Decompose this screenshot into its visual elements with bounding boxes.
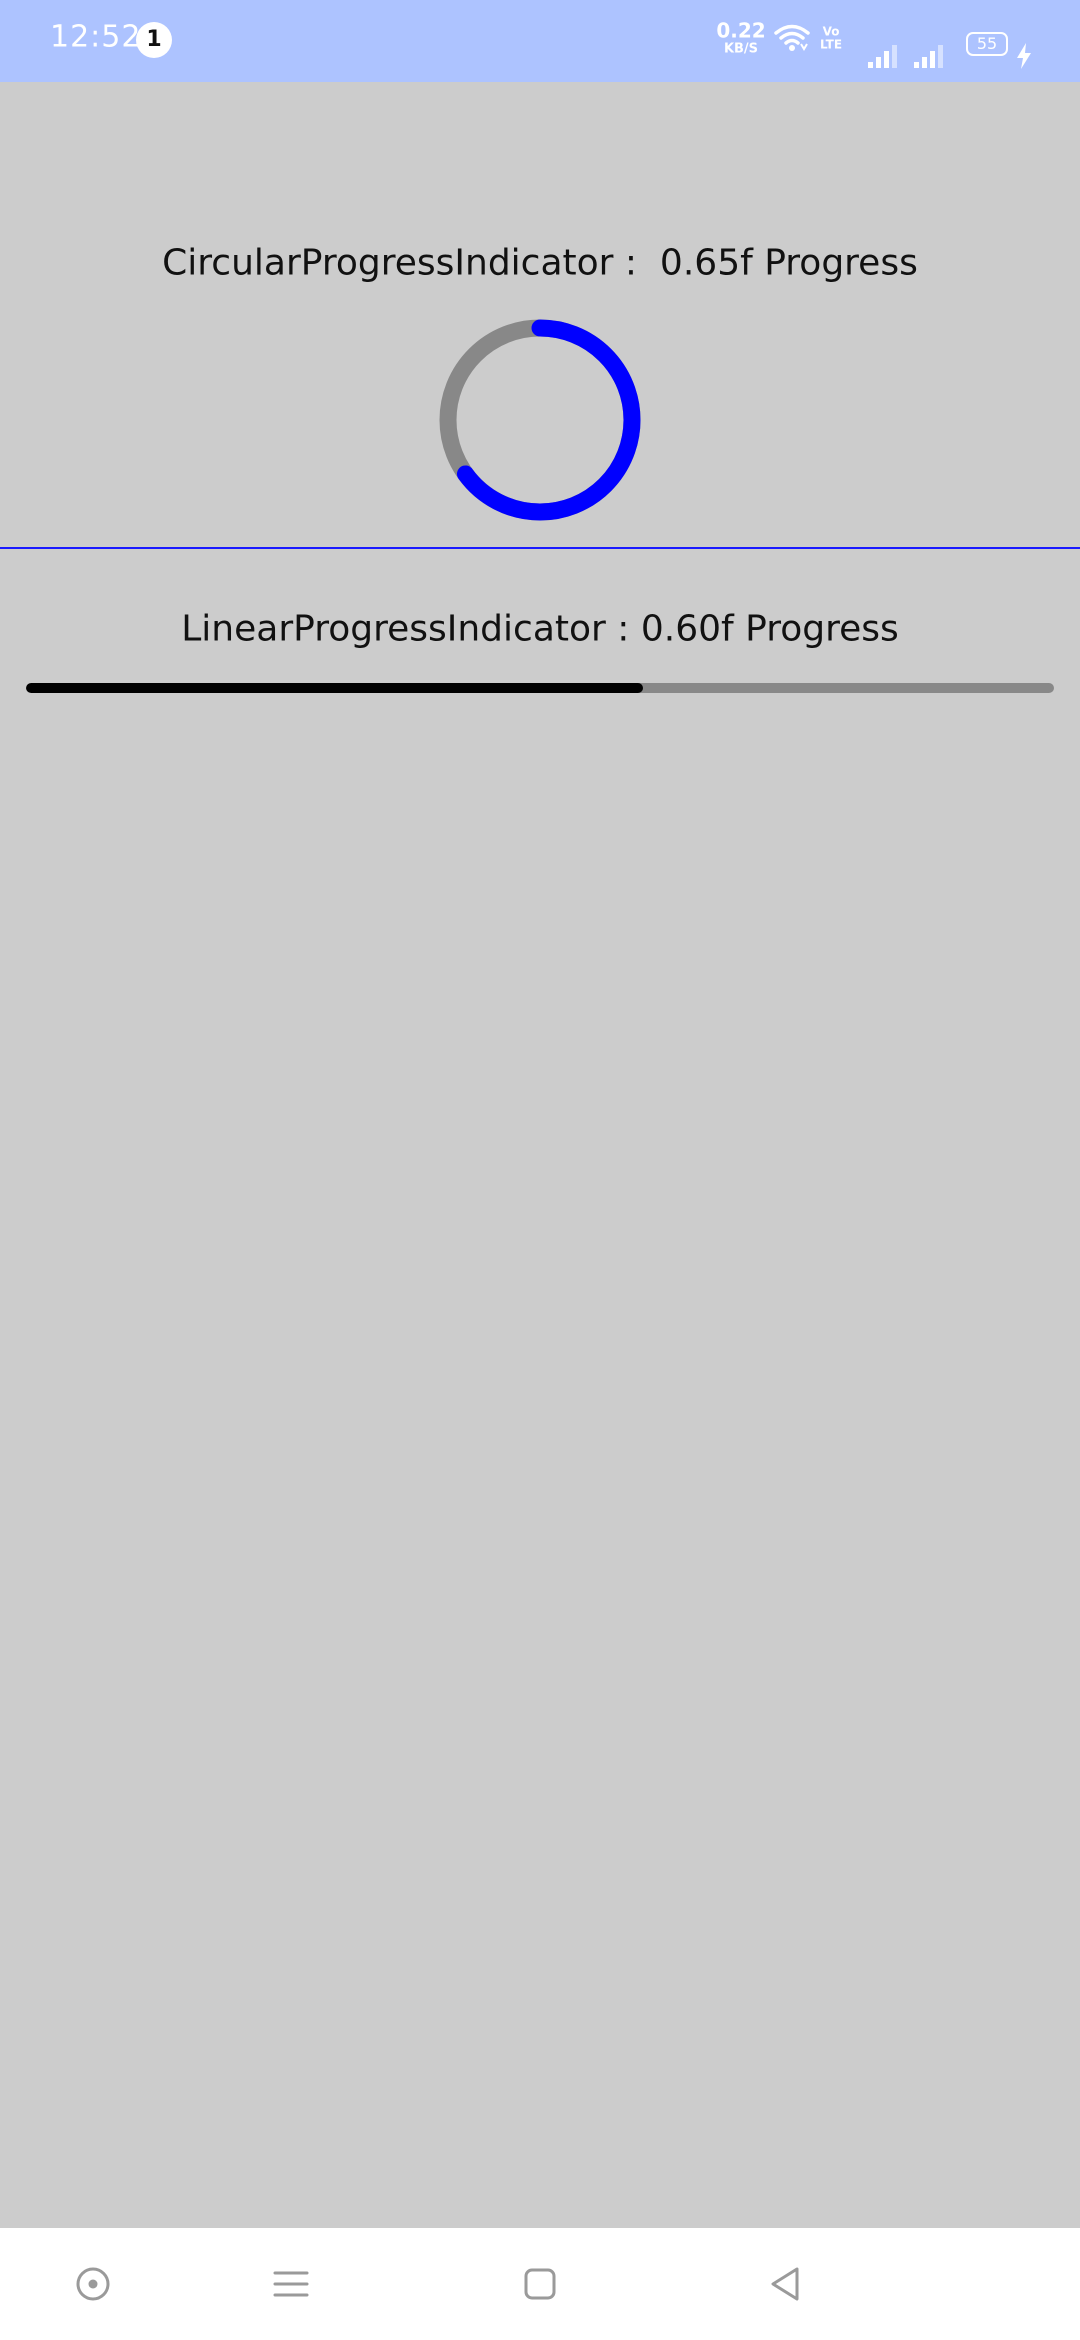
volte-line2: LTE [820, 37, 843, 51]
network-speed: 0.22 KB/S [716, 21, 766, 56]
signal-icon [914, 45, 943, 68]
circular-progress-svg [439, 319, 641, 521]
linear-progress-label: LinearProgressIndicator : 0.60f Progress [181, 608, 899, 650]
navigation-bar [0, 2228, 1080, 2340]
status-bar: 12:52 1 0.22 KB/S Vo LTE 55 [0, 0, 1080, 82]
home-icon [524, 2268, 556, 2300]
back-button[interactable] [725, 2228, 845, 2340]
menu-button[interactable] [231, 2228, 351, 2340]
charging-icon [1017, 43, 1031, 69]
circular-progress-indicator [436, 316, 644, 524]
back-icon [771, 2267, 799, 2301]
network-speed-value: 0.22 [716, 18, 766, 43]
linear-progress-fill [26, 683, 643, 693]
wifi-icon [774, 24, 810, 51]
signal-icon [868, 45, 897, 68]
assistant-button[interactable] [33, 2228, 153, 2340]
menu-icon [273, 2271, 309, 2297]
assistant-icon [76, 2267, 110, 2301]
network-speed-unit: KB/S [723, 41, 759, 57]
linear-progress-indicator [26, 683, 1054, 693]
home-button[interactable] [480, 2228, 600, 2340]
battery-level: 55 [976, 34, 998, 53]
circular-progress-label: CircularProgressIndicator : 0.65f Progre… [162, 242, 918, 284]
volte-icon: Vo LTE [820, 25, 842, 50]
section-divider [0, 547, 1080, 549]
battery-icon: 55 [966, 32, 1008, 56]
status-time: 12:52 [50, 19, 142, 55]
notification-badge: 1 [136, 22, 172, 58]
